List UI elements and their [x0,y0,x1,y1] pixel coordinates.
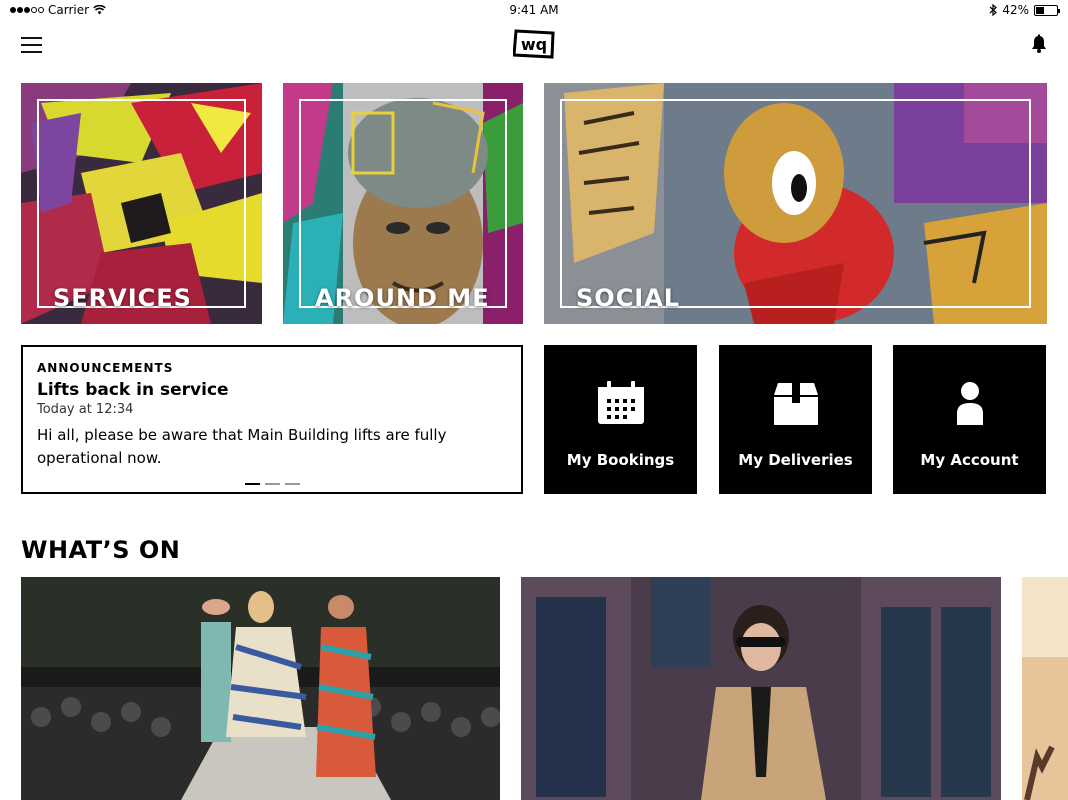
package-icon [773,381,818,425]
my-deliveries-button[interactable]: My Deliveries [719,345,872,494]
my-account-label: My Account [920,451,1019,469]
logo: wq [513,29,555,59]
fashion-show-image [21,577,500,800]
page-indicator[interactable] [245,483,300,485]
tile-label: SOCIAL [576,284,681,312]
tile-frame [37,99,246,308]
whats-on-heading: WHAT’S ON [21,536,181,564]
status-bar: Carrier 9:41 AM 42% [0,0,1068,20]
my-account-button[interactable]: My Account [893,345,1046,494]
tile-services[interactable]: SERVICES [21,83,262,324]
my-deliveries-label: My Deliveries [738,451,853,469]
bell-icon[interactable] [1030,34,1048,54]
clock: 9:41 AM [509,3,559,17]
bluetooth-icon [989,4,998,16]
tile-label: SERVICES [53,284,192,312]
page-dot[interactable] [265,483,280,485]
battery-icon [1034,4,1060,16]
user-icon [956,382,983,425]
svg-text:wq: wq [521,35,547,54]
street-style-image [521,577,1001,800]
tile-frame [299,99,507,308]
announcement-body: Hi all, please be aware that Main Buildi… [37,426,447,467]
announcement-timestamp: Today at 12:34 [37,402,134,417]
tile-frame [560,99,1031,308]
my-bookings-label: My Bookings [566,451,675,469]
battery-percent: 42% [1002,3,1029,17]
my-bookings-button[interactable]: My Bookings [544,345,697,494]
battery-info: 42% [989,3,1060,17]
announcement-title: Lifts back in service [37,380,229,400]
concert-image [1022,577,1068,800]
announcement-card[interactable]: ANNOUNCEMENTS Lifts back in service Toda… [21,345,523,494]
calendar-icon [597,381,644,424]
page-dot[interactable] [285,483,300,485]
event-card-fashion-show[interactable] [21,577,500,800]
announcement-kicker: ANNOUNCEMENTS [37,361,174,375]
event-card-street-style[interactable] [521,577,1001,800]
tile-social[interactable]: SOCIAL [544,83,1047,324]
event-card-concert[interactable] [1022,577,1068,800]
hamburger-icon[interactable] [21,37,42,53]
tile-label: AROUND ME [315,284,490,312]
nav-bar: wq [0,20,1068,72]
page-dot[interactable] [245,483,260,485]
tile-around-me[interactable]: AROUND ME [283,83,523,324]
